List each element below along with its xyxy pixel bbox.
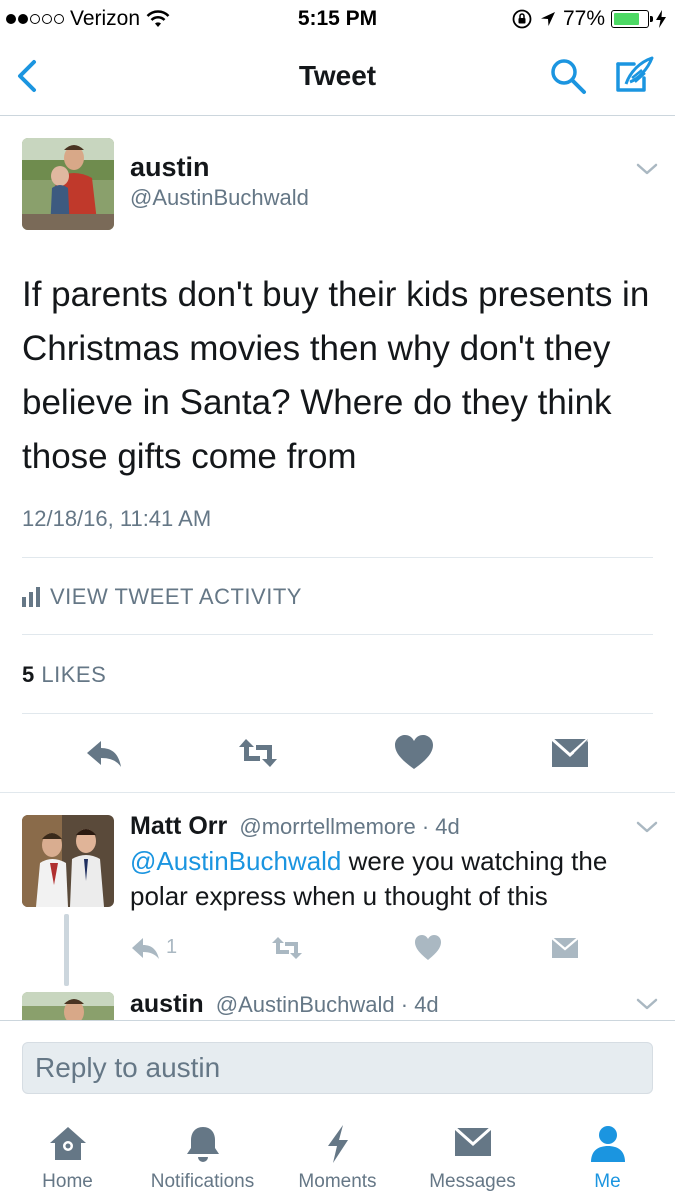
divider bbox=[22, 634, 653, 635]
compose-icon[interactable] bbox=[612, 54, 656, 98]
reply-header: austin @AustinBuchwald · 4d bbox=[130, 990, 439, 1019]
search-icon[interactable] bbox=[548, 56, 588, 96]
likes-label: LIKES bbox=[41, 662, 107, 687]
tweet-text: If parents don't buy their kids presents… bbox=[22, 275, 650, 476]
reply-icon[interactable] bbox=[130, 933, 162, 963]
reply-input[interactable] bbox=[22, 1042, 653, 1094]
status-bar: Verizon 5:15 PM 77% bbox=[0, 0, 675, 40]
likes-count-link[interactable]: 5 LIKES bbox=[22, 662, 106, 688]
chevron-down-icon[interactable] bbox=[636, 162, 658, 176]
reply-author-name[interactable]: austin bbox=[130, 990, 204, 1018]
bar-chart-icon bbox=[22, 587, 40, 607]
tab-label: Home bbox=[42, 1171, 93, 1192]
retweet-icon[interactable] bbox=[236, 733, 280, 773]
mention-link[interactable]: @AustinBuchwald bbox=[130, 846, 341, 876]
activity-label: VIEW TWEET ACTIVITY bbox=[50, 584, 302, 609]
author-handle[interactable]: @AustinBuchwald bbox=[130, 185, 309, 211]
tab-label: Notifications bbox=[150, 1171, 255, 1192]
reply-avatar[interactable] bbox=[22, 992, 114, 1020]
envelope-icon bbox=[453, 1126, 492, 1156]
reply-age: · 4d bbox=[400, 992, 439, 1017]
tab-bar: Home Notifications Moments Messages Me bbox=[0, 1108, 675, 1200]
tab-moments[interactable]: Moments bbox=[270, 1108, 405, 1200]
tab-label: Moments bbox=[298, 1171, 377, 1192]
lightning-icon bbox=[327, 1125, 348, 1163]
bell-icon bbox=[186, 1127, 219, 1162]
reply-author-handle[interactable]: @morrtellmemore bbox=[239, 814, 415, 839]
tab-notifications[interactable]: Notifications bbox=[135, 1108, 270, 1200]
heart-icon[interactable] bbox=[413, 933, 443, 963]
location-icon bbox=[540, 12, 555, 26]
reply-icon[interactable] bbox=[83, 733, 127, 773]
view-tweet-activity-link[interactable]: VIEW TWEET ACTIVITY bbox=[22, 584, 302, 610]
home-icon bbox=[49, 1127, 86, 1160]
charging-icon bbox=[656, 10, 666, 28]
divider bbox=[22, 557, 653, 558]
heart-icon[interactable] bbox=[392, 733, 436, 773]
reply-author-handle[interactable]: @AustinBuchwald bbox=[216, 992, 395, 1017]
reply-count: 1 bbox=[166, 936, 178, 958]
direct-message-icon[interactable] bbox=[550, 933, 580, 963]
status-right: 77% bbox=[511, 7, 667, 31]
reply-avatar[interactable] bbox=[22, 815, 114, 907]
battery-icon bbox=[611, 10, 653, 28]
battery-percent: 77% bbox=[562, 7, 605, 30]
chevron-down-icon[interactable] bbox=[636, 997, 658, 1011]
tab-me[interactable]: Me bbox=[540, 1108, 675, 1200]
thread-connector bbox=[64, 914, 69, 986]
tab-messages[interactable]: Messages bbox=[405, 1108, 540, 1200]
direct-message-icon[interactable] bbox=[548, 733, 592, 773]
reply-header: Matt Orr @morrtellmemore · 4d bbox=[130, 812, 460, 841]
divider bbox=[0, 792, 675, 793]
tab-label: Messages bbox=[429, 1171, 516, 1192]
reply-age: · 4d bbox=[421, 814, 460, 839]
retweet-icon[interactable] bbox=[270, 933, 304, 963]
tab-label: Me bbox=[594, 1171, 621, 1192]
reply-author-name[interactable]: Matt Orr bbox=[130, 812, 227, 840]
divider bbox=[22, 713, 653, 714]
tab-home[interactable]: Home bbox=[0, 1108, 135, 1200]
reply-composer bbox=[0, 1020, 675, 1108]
chevron-down-icon[interactable] bbox=[636, 820, 658, 834]
person-icon bbox=[590, 1126, 625, 1162]
rotation-lock-icon bbox=[512, 9, 532, 29]
tweet-timestamp: 12/18/16, 11:41 AM bbox=[22, 506, 212, 531]
nav-bar: Tweet bbox=[0, 40, 675, 116]
author-name[interactable]: austin bbox=[130, 152, 210, 183]
reply-text: @AustinBuchwald were you watching the po… bbox=[130, 844, 660, 914]
author-avatar[interactable] bbox=[22, 138, 114, 230]
likes-number: 5 bbox=[22, 662, 35, 687]
